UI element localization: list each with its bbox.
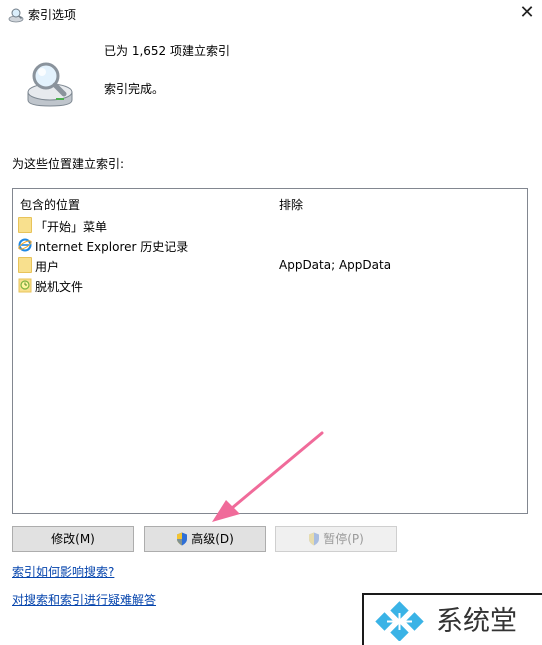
watermark-text-glyphs: 系统堂 <box>436 606 517 637</box>
list-item[interactable]: Internet Explorer 历史记录 <box>14 235 526 255</box>
modify-button[interactable]: 修改(M) <box>12 526 134 552</box>
pause-button[interactable]: 暂停(P) <box>275 526 397 552</box>
troubleshoot-link[interactable]: 对搜索和索引进行疑难解答 <box>12 591 156 608</box>
indexing-options-icon <box>8 8 24 23</box>
magnifier-drive-icon <box>27 62 73 107</box>
exclude-header: 排除 <box>279 198 304 212</box>
location-name: 用户 <box>35 260 60 274</box>
location-name: Internet Explorer 历史记录 <box>35 240 189 254</box>
index-status-text: 索引完成。 <box>104 82 165 96</box>
folder-icon <box>18 257 32 273</box>
close-icon: ✕ <box>519 2 535 23</box>
list-item[interactable]: 用户 AppData; AppData <box>14 255 526 275</box>
close-button[interactable]: ✕ <box>512 0 542 28</box>
site-watermark: 系统堂 <box>362 593 542 645</box>
included-locations-header: 包含的位置 <box>20 198 81 212</box>
watermark-text: 系统堂 <box>436 606 517 637</box>
internet-explorer-icon <box>18 238 32 252</box>
list-item[interactable]: 脱机文件 <box>14 275 526 295</box>
indexed-locations-list[interactable]: 包含的位置 排除 「开始」菜单 Internet Explorer 历史记录 用… <box>12 188 528 514</box>
advanced-button-label: 高级(D) <box>191 532 234 546</box>
search-effect-link[interactable]: 索引如何影响搜索? <box>12 563 114 580</box>
list-item[interactable]: 「开始」菜单 <box>14 215 526 235</box>
location-exclude: AppData; AppData <box>279 258 392 272</box>
folder-icon <box>18 217 32 233</box>
pause-button-label: 暂停(P) <box>323 532 364 546</box>
watermark-logo-icon <box>375 601 424 641</box>
uac-shield-icon <box>309 532 320 546</box>
indexed-count-text: 已为 1,652 项建立索引 <box>104 44 230 58</box>
title-bar: 索引选项 ✕ <box>0 0 542 28</box>
uac-shield-icon <box>177 532 188 546</box>
location-name: 「开始」菜单 <box>35 220 108 234</box>
modify-button-label: 修改(M) <box>51 532 95 546</box>
location-name: 脱机文件 <box>35 280 84 294</box>
indexing-options-window: 索引选项 ✕ 已为 1,652 项建立索引 索引完成。 为这些位置建立索引: 包… <box>0 0 542 645</box>
offline-files-icon <box>18 278 32 293</box>
locations-section-label: 为这些位置建立索引: <box>12 157 125 171</box>
advanced-button[interactable]: 高级(D) <box>144 526 266 552</box>
window-title: 索引选项 <box>28 8 77 22</box>
